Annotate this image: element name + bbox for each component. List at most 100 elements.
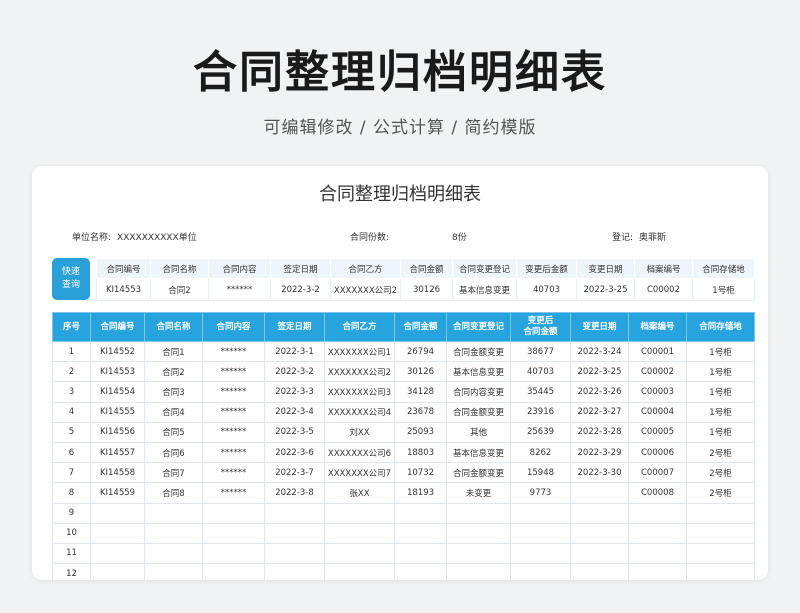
table-cell[interactable]: 2022-3-26 (570, 381, 629, 403)
lookup-value-cell[interactable]: XXXXXXX公司2 (330, 278, 401, 301)
table-cell[interactable]: 35445 (510, 381, 571, 403)
table-cell[interactable] (90, 542, 145, 565)
table-cell[interactable] (324, 502, 395, 524)
table-cell[interactable] (628, 563, 687, 580)
table-cell[interactable] (144, 542, 203, 565)
table-cell[interactable] (686, 542, 755, 565)
table-cell[interactable]: 8 (52, 482, 91, 504)
table-cell[interactable] (686, 522, 755, 544)
table-cell[interactable]: 4 (52, 401, 91, 423)
table-cell[interactable]: 7 (52, 462, 91, 484)
table-cell[interactable] (510, 522, 571, 544)
table-cell[interactable]: 2号柜 (686, 462, 755, 484)
table-cell[interactable]: 25639 (510, 421, 571, 443)
table-cell[interactable] (324, 522, 395, 544)
table-cell[interactable]: ****** (202, 381, 265, 403)
table-cell[interactable] (394, 563, 447, 580)
table-cell[interactable]: 未变更 (446, 482, 511, 504)
table-cell[interactable]: 12 (52, 563, 91, 580)
table-cell[interactable]: 1号柜 (686, 340, 755, 363)
table-cell[interactable] (394, 522, 447, 544)
table-cell[interactable] (686, 563, 755, 580)
table-cell[interactable]: 合同3 (144, 381, 203, 403)
table-cell[interactable]: KI14553 (90, 361, 145, 383)
table-cell[interactable] (686, 502, 755, 524)
table-cell[interactable]: 1号柜 (686, 421, 755, 443)
table-cell[interactable]: 40703 (510, 361, 571, 383)
table-cell[interactable]: ****** (202, 482, 265, 504)
table-cell[interactable]: KI14557 (90, 441, 145, 464)
table-cell[interactable]: C00006 (628, 441, 687, 464)
table-cell[interactable]: XXXXXXX公司4 (324, 401, 395, 423)
table-cell[interactable] (324, 563, 395, 580)
table-cell[interactable] (628, 502, 687, 524)
table-cell[interactable]: 合同2 (144, 361, 203, 383)
quick-query-button[interactable]: 快速 查询 (52, 258, 90, 300)
lookup-value-cell[interactable]: 2022-3-25 (576, 278, 635, 301)
table-cell[interactable]: 合同金额变更 (446, 401, 511, 423)
table-cell[interactable]: 9773 (510, 482, 571, 504)
table-cell[interactable]: 6 (52, 441, 91, 464)
table-cell[interactable]: KI14558 (90, 462, 145, 484)
table-cell[interactable]: KI14555 (90, 401, 145, 423)
table-cell[interactable]: 26794 (394, 340, 447, 363)
table-cell[interactable]: XXXXXXX公司1 (324, 340, 395, 363)
table-cell[interactable]: C00001 (628, 340, 687, 363)
table-cell[interactable]: 2号柜 (686, 482, 755, 504)
table-cell[interactable]: C00007 (628, 462, 687, 484)
table-cell[interactable]: 23678 (394, 401, 447, 423)
lookup-value-cell[interactable]: KI14553 (96, 278, 151, 301)
table-cell[interactable]: 2022-3-28 (570, 421, 629, 443)
table-cell[interactable]: 2号柜 (686, 441, 755, 464)
table-cell[interactable]: C00005 (628, 421, 687, 443)
table-cell[interactable] (144, 522, 203, 544)
lookup-value-cell[interactable]: 30126 (400, 278, 453, 301)
table-cell[interactable]: 1 (52, 340, 91, 363)
table-cell[interactable]: 合同7 (144, 462, 203, 484)
table-cell[interactable]: 2022-3-4 (264, 401, 325, 423)
table-cell[interactable]: 1号柜 (686, 401, 755, 423)
table-cell[interactable]: KI14552 (90, 340, 145, 363)
table-cell[interactable]: ****** (202, 462, 265, 484)
lookup-value-cell[interactable]: ****** (208, 278, 271, 301)
lookup-value-cell[interactable]: 合同2 (150, 278, 209, 301)
table-cell[interactable]: 合同5 (144, 421, 203, 443)
table-cell[interactable] (570, 542, 629, 565)
table-cell[interactable]: 张XX (324, 482, 395, 504)
table-cell[interactable]: 合同金额变更 (446, 340, 511, 363)
table-cell[interactable]: KI14554 (90, 381, 145, 403)
table-cell[interactable] (90, 563, 145, 580)
table-cell[interactable]: 刘XX (324, 421, 395, 443)
table-cell[interactable]: 23916 (510, 401, 571, 423)
table-cell[interactable] (570, 522, 629, 544)
table-cell[interactable] (628, 542, 687, 565)
table-cell[interactable]: 1号柜 (686, 381, 755, 403)
table-cell[interactable]: KI14556 (90, 421, 145, 443)
table-cell[interactable] (264, 522, 325, 544)
table-cell[interactable] (264, 502, 325, 524)
table-cell[interactable]: 10732 (394, 462, 447, 484)
table-cell[interactable]: KI14559 (90, 482, 145, 504)
table-cell[interactable]: 11 (52, 542, 91, 565)
table-cell[interactable] (202, 522, 265, 544)
table-cell[interactable]: 1号柜 (686, 361, 755, 383)
table-cell[interactable]: 合同1 (144, 340, 203, 363)
table-cell[interactable]: 2022-3-1 (264, 340, 325, 363)
table-cell[interactable] (144, 502, 203, 524)
table-cell[interactable]: 合同8 (144, 482, 203, 504)
table-cell[interactable]: 合同内容变更 (446, 381, 511, 403)
table-cell[interactable]: 2022-3-25 (570, 361, 629, 383)
lookup-value-cell[interactable]: 基本信息变更 (452, 278, 517, 301)
lookup-value-cell[interactable]: C00002 (634, 278, 693, 301)
table-cell[interactable]: 2022-3-5 (264, 421, 325, 443)
table-cell[interactable]: C00003 (628, 381, 687, 403)
table-cell[interactable]: XXXXXXX公司2 (324, 361, 395, 383)
table-cell[interactable] (570, 563, 629, 580)
table-cell[interactable]: 2022-3-27 (570, 401, 629, 423)
table-cell[interactable] (570, 482, 629, 504)
table-cell[interactable]: 8262 (510, 441, 571, 464)
table-cell[interactable]: ****** (202, 361, 265, 383)
table-cell[interactable]: XXXXXXX公司3 (324, 381, 395, 403)
table-cell[interactable] (144, 563, 203, 580)
table-cell[interactable] (446, 542, 511, 565)
